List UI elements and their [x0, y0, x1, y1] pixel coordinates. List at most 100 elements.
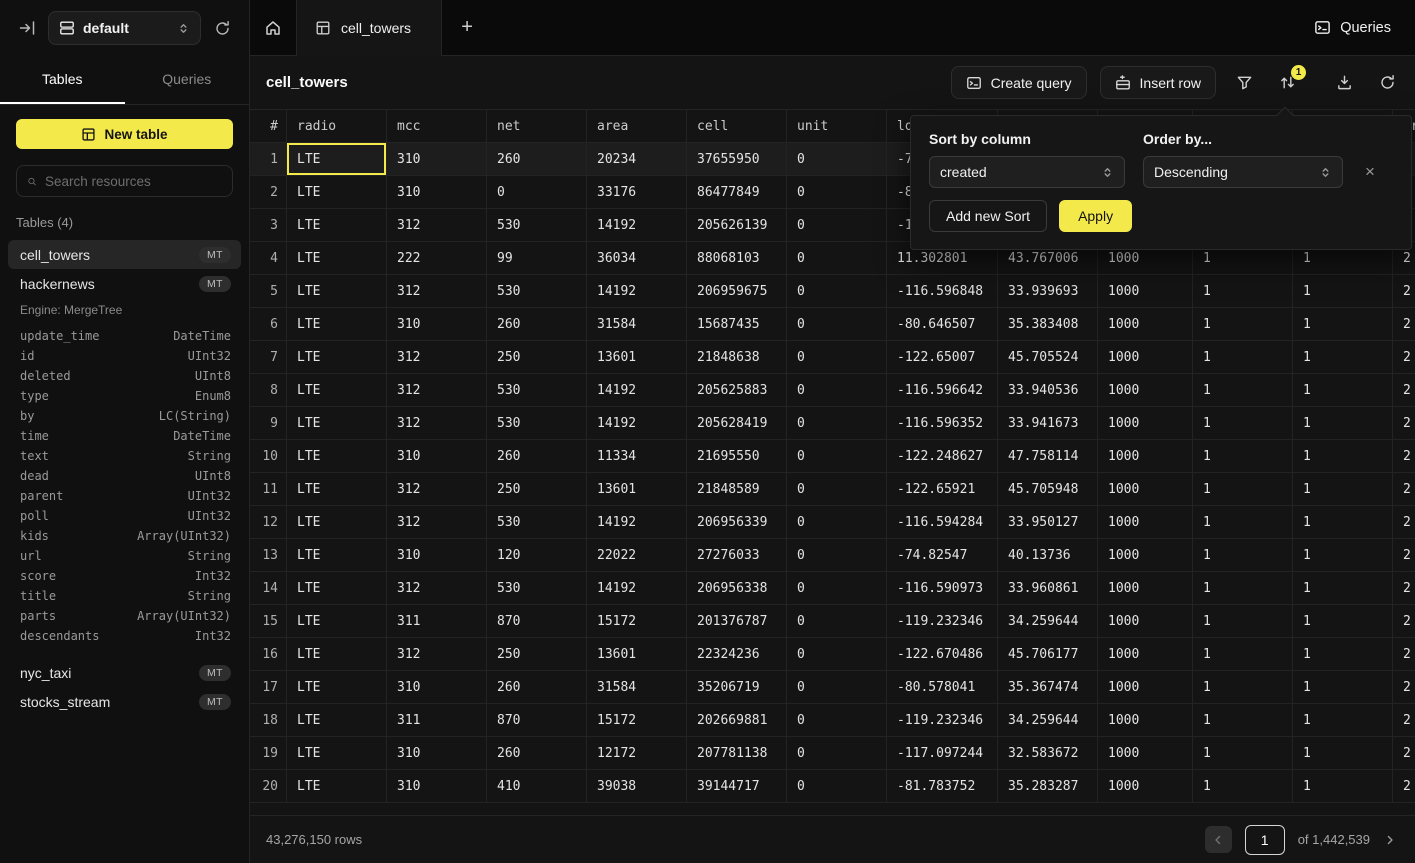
cell[interactable]: 33176	[587, 176, 687, 208]
column-header[interactable]: mcc	[387, 110, 487, 142]
cell[interactable]: 1	[1293, 671, 1393, 703]
row-number[interactable]: 14	[250, 572, 287, 604]
cell[interactable]: 530	[487, 374, 587, 406]
cell[interactable]: 1000	[1098, 407, 1193, 439]
cell[interactable]: LTE	[287, 572, 387, 604]
cell[interactable]: 1	[1293, 704, 1393, 736]
sidebar-item-nyc-taxi[interactable]: nyc_taxi MT	[8, 658, 241, 687]
cell[interactable]: LTE	[287, 176, 387, 208]
cell[interactable]: 45.705948	[998, 473, 1098, 505]
cell[interactable]: 1000	[1098, 605, 1193, 637]
row-number[interactable]: 18	[250, 704, 287, 736]
column-header[interactable]: radio	[287, 110, 387, 142]
cell[interactable]: 1000	[1098, 506, 1193, 538]
cell[interactable]: 1	[1293, 374, 1393, 406]
cell[interactable]: 1	[1293, 341, 1393, 373]
cell[interactable]: 311	[387, 704, 487, 736]
row-number[interactable]: 13	[250, 539, 287, 571]
cell[interactable]: 2	[1393, 539, 1415, 571]
cell[interactable]: LTE	[287, 704, 387, 736]
cell[interactable]: 206959675	[687, 275, 787, 307]
create-query-button[interactable]: Create query	[951, 66, 1087, 99]
cell[interactable]: 0	[787, 704, 887, 736]
cell[interactable]: 2	[1393, 275, 1415, 307]
cell[interactable]: 1	[1293, 605, 1393, 637]
cell[interactable]: -116.590973	[887, 572, 998, 604]
cell[interactable]: -122.65921	[887, 473, 998, 505]
cell[interactable]: 21848638	[687, 341, 787, 373]
cell[interactable]: 120	[487, 539, 587, 571]
cell[interactable]: 27276033	[687, 539, 787, 571]
cell[interactable]: 312	[387, 506, 487, 538]
cell[interactable]: 14192	[587, 275, 687, 307]
cell[interactable]: 260	[487, 671, 587, 703]
cell[interactable]: 14192	[587, 572, 687, 604]
cell[interactable]: 0	[787, 671, 887, 703]
cell[interactable]: 260	[487, 440, 587, 472]
cell[interactable]: 47.758114	[998, 440, 1098, 472]
cell[interactable]: 1	[1293, 407, 1393, 439]
cell[interactable]: 312	[387, 341, 487, 373]
refresh-databases-button[interactable]	[209, 15, 235, 41]
cell[interactable]: 39038	[587, 770, 687, 802]
cell[interactable]: 0	[787, 539, 887, 571]
cell[interactable]: 22022	[587, 539, 687, 571]
cell[interactable]: 870	[487, 605, 587, 637]
cell[interactable]: 21848589	[687, 473, 787, 505]
cell[interactable]: 1	[1193, 539, 1293, 571]
cell[interactable]: 310	[387, 539, 487, 571]
cell[interactable]: 1000	[1098, 341, 1193, 373]
cell[interactable]: 2	[1393, 473, 1415, 505]
cell[interactable]: LTE	[287, 770, 387, 802]
search-input[interactable]	[45, 174, 222, 189]
cell[interactable]: LTE	[287, 440, 387, 472]
cell[interactable]: -122.670486	[887, 638, 998, 670]
prev-page-button[interactable]	[1205, 826, 1232, 853]
cell[interactable]: 202669881	[687, 704, 787, 736]
cell[interactable]: 2	[1393, 572, 1415, 604]
cell[interactable]: 1	[1193, 737, 1293, 769]
cell[interactable]: LTE	[287, 605, 387, 637]
database-selector[interactable]: default	[48, 11, 201, 45]
cell[interactable]: 530	[487, 275, 587, 307]
cell[interactable]: 1	[1293, 572, 1393, 604]
cell[interactable]: 14192	[587, 506, 687, 538]
cell[interactable]: 14192	[587, 209, 687, 241]
row-number[interactable]: 6	[250, 308, 287, 340]
cell[interactable]: 33.939693	[998, 275, 1098, 307]
cell[interactable]: 0	[787, 143, 887, 175]
sort-column-select[interactable]: created	[929, 156, 1125, 188]
cell[interactable]: 1	[1293, 506, 1393, 538]
cell[interactable]: LTE	[287, 209, 387, 241]
cell[interactable]: 205626139	[687, 209, 787, 241]
cell[interactable]: 2	[1393, 440, 1415, 472]
cell[interactable]: 1000	[1098, 770, 1193, 802]
cell[interactable]: 2	[1393, 341, 1415, 373]
cell[interactable]: 32.583672	[998, 737, 1098, 769]
cell[interactable]: 11334	[587, 440, 687, 472]
cell[interactable]: 40.13736	[998, 539, 1098, 571]
cell[interactable]: 1	[1293, 440, 1393, 472]
cell[interactable]: 312	[387, 209, 487, 241]
home-button[interactable]	[250, 19, 296, 37]
cell[interactable]: 1	[1193, 605, 1293, 637]
cell[interactable]: 0	[787, 638, 887, 670]
cell[interactable]: -74.82547	[887, 539, 998, 571]
cell[interactable]: 21695550	[687, 440, 787, 472]
row-number[interactable]: 2	[250, 176, 287, 208]
cell[interactable]: 22324236	[687, 638, 787, 670]
cell[interactable]: 0	[787, 374, 887, 406]
cell[interactable]: 2	[1393, 704, 1415, 736]
cell[interactable]: 2	[1393, 308, 1415, 340]
cell[interactable]: 312	[387, 572, 487, 604]
cell[interactable]: -80.578041	[887, 671, 998, 703]
row-number[interactable]: 16	[250, 638, 287, 670]
cell[interactable]: 222	[387, 242, 487, 274]
cell[interactable]: 31584	[587, 308, 687, 340]
cell[interactable]: 31584	[587, 671, 687, 703]
row-number[interactable]: 17	[250, 671, 287, 703]
row-number[interactable]: 11	[250, 473, 287, 505]
cell[interactable]: 0	[787, 176, 887, 208]
row-number[interactable]: 3	[250, 209, 287, 241]
cell[interactable]: 310	[387, 440, 487, 472]
